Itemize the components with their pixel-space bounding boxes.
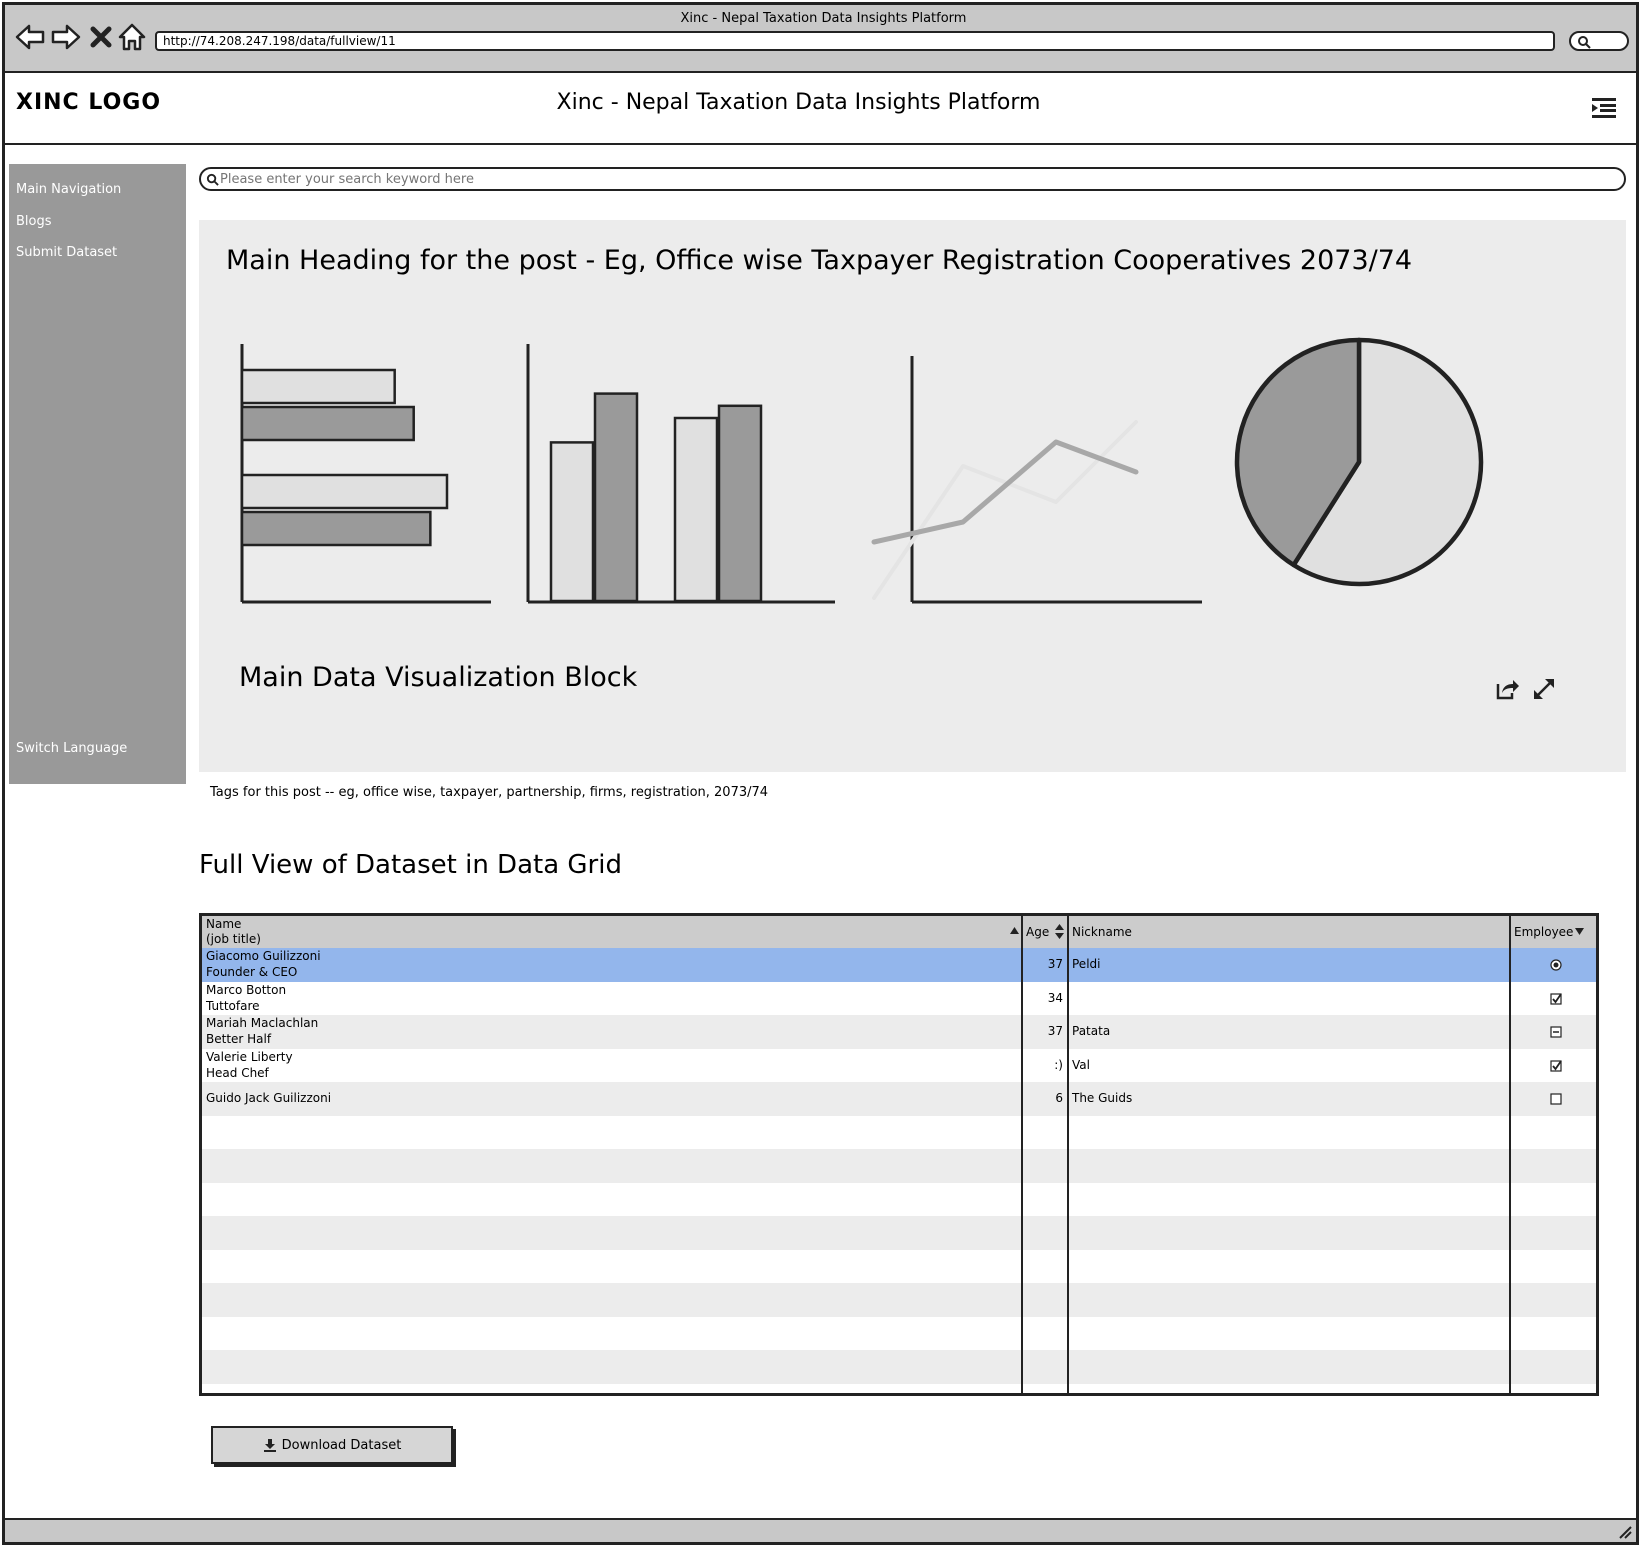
column-header-employee-label: Employee	[1514, 925, 1574, 939]
checkbox-unchecked-icon[interactable]	[1550, 1093, 1562, 1105]
hbar	[240, 473, 449, 510]
resize-grip-icon[interactable]	[1618, 1525, 1632, 1539]
empty-table-row	[202, 1283, 1596, 1317]
cell-job-title: Better Half	[206, 1032, 272, 1046]
pie-chart	[1234, 337, 1484, 587]
radio-selected-icon[interactable]	[1550, 959, 1562, 971]
back-arrow-icon[interactable]	[14, 22, 46, 52]
forward-arrow-icon[interactable]	[50, 22, 82, 52]
cell-nickname: Patata	[1072, 1024, 1111, 1038]
hbar	[240, 510, 432, 547]
table-row[interactable]: Mariah Maclachlan Better Half 37 Patata	[202, 1015, 1596, 1049]
cell-job-title: Head Chef	[206, 1065, 269, 1080]
vbar	[673, 416, 719, 603]
cell-name: Marco Botton	[206, 982, 287, 997]
table-row[interactable]: Valerie Liberty Head Chef:) Val	[202, 1048, 1596, 1083]
cell-name: Mariah Maclachlan	[206, 1016, 319, 1030]
cell-name: Guido Jack Guilizzoni	[206, 1091, 332, 1105]
expand-icon[interactable]	[1531, 676, 1557, 702]
cell-job-title: Tuttofare	[206, 998, 260, 1013]
viz-caption: Main Data Visualization Block	[239, 662, 638, 693]
download-icon	[263, 1439, 276, 1452]
download-dataset-button[interactable]: Download Dataset	[211, 1426, 453, 1464]
column-header-age-label: Age	[1026, 925, 1050, 939]
home-icon[interactable]	[116, 22, 148, 52]
cell-nickname: The Guids	[1072, 1091, 1133, 1105]
column-header-nickname-label: Nickname	[1072, 925, 1132, 939]
table-row[interactable]: Marco Botton Tuttofare 34	[202, 981, 1596, 1016]
data-grid: Name (job title) Age Nickname Employee G…	[199, 913, 1599, 1396]
search-icon	[206, 173, 219, 186]
post-tags: Tags for this post -- eg, office wise, t…	[210, 785, 769, 800]
column-divider	[1021, 916, 1023, 1393]
cell-job-title: Founder & CEO	[206, 965, 298, 979]
checkbox-checked-icon[interactable]	[1550, 992, 1562, 1005]
site-title: Xinc - Nepal Taxation Data Insights Plat…	[556, 90, 1041, 115]
cell-age: :)	[1054, 1057, 1063, 1072]
column-header-employee[interactable]: Employee	[1511, 916, 1596, 948]
cell-age: 34	[1047, 990, 1063, 1005]
cell-age: 37	[1047, 1024, 1063, 1038]
column-divider	[1509, 916, 1511, 1393]
vbar	[593, 392, 639, 603]
sidebar-item-submit-dataset[interactable]: Submit Dataset	[16, 245, 117, 260]
empty-table-row	[202, 1149, 1596, 1183]
sort-both-icon[interactable]	[1055, 924, 1064, 939]
empty-table-row	[202, 1216, 1596, 1250]
checkbox-indeterminate-icon[interactable]	[1550, 1026, 1562, 1038]
sidebar-item-blogs[interactable]: Blogs	[16, 214, 52, 229]
table-row[interactable]: Guido Jack Guilizzoni 6 The Guids	[202, 1082, 1596, 1116]
column-header-nickname[interactable]: Nickname	[1069, 916, 1509, 948]
column-header-name-label: Name	[206, 917, 242, 931]
share-icon[interactable]	[1494, 676, 1520, 702]
search-icon	[1578, 36, 1591, 49]
address-bar[interactable]: http://74.208.247.198/data/fullview/11	[155, 31, 1555, 51]
vertical-bar-chart	[526, 344, 835, 604]
grid-heading: Full View of Dataset in Data Grid	[199, 850, 622, 880]
column-header-name[interactable]: Name (job title)	[202, 916, 1021, 948]
hbar	[240, 405, 415, 442]
window-title: Xinc - Nepal Taxation Data Insights Plat…	[680, 11, 967, 26]
vbar	[717, 404, 763, 603]
cell-name: Giacomo Guilizzoni	[206, 949, 321, 963]
empty-table-row	[202, 1115, 1596, 1150]
menu-icon[interactable]	[1590, 96, 1618, 120]
cell-name: Valerie Liberty	[206, 1049, 293, 1064]
column-header-age[interactable]: Age	[1023, 916, 1067, 948]
switch-language-link[interactable]: Switch Language	[16, 741, 127, 756]
table-row[interactable]: Giacomo Guilizzoni Founder & CEO 37 Peldi	[202, 948, 1596, 982]
stop-x-icon[interactable]	[88, 22, 114, 52]
empty-table-row	[202, 1249, 1596, 1284]
search-input[interactable]	[220, 169, 1600, 189]
empty-table-row	[202, 1182, 1596, 1217]
cell-age: 6	[1055, 1091, 1063, 1105]
empty-table-row	[202, 1316, 1596, 1351]
browser-status-bar	[5, 1518, 1636, 1542]
sort-descending-icon[interactable]	[1575, 928, 1584, 935]
column-divider	[1067, 916, 1069, 1393]
cell-nickname: Peldi	[1072, 957, 1101, 971]
column-header-name-sub: (job title)	[206, 932, 261, 946]
line-chart	[871, 356, 1202, 604]
browser-search-field[interactable]	[1569, 31, 1629, 51]
hbar	[240, 368, 396, 405]
horizontal-bar-chart	[240, 344, 491, 604]
sort-ascending-icon[interactable]	[1010, 927, 1019, 934]
empty-table-row	[202, 1350, 1596, 1384]
cell-age: 37	[1047, 957, 1063, 971]
checkbox-checked-icon[interactable]	[1550, 1059, 1562, 1072]
download-dataset-label: Download Dataset	[281, 1437, 402, 1453]
sidebar-item-main-navigation[interactable]: Main Navigation	[16, 182, 121, 197]
vbar	[549, 441, 595, 603]
cell-nickname: Val	[1072, 1057, 1090, 1072]
